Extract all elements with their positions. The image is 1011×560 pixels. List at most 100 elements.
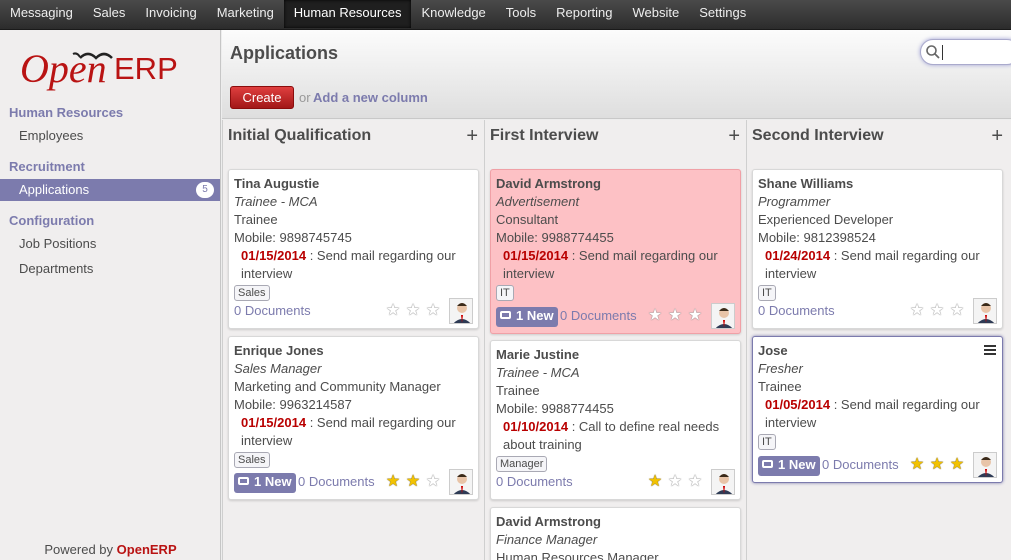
priority-stars: ★ ★ ★: [645, 307, 705, 325]
view-header: Applications Create or Add a new column: [222, 30, 1011, 119]
star-icon[interactable]: ★: [947, 456, 967, 474]
sidebar-item-job-positions[interactable]: Job Positions: [0, 233, 220, 255]
column-quick-add-icon[interactable]: +: [466, 126, 478, 146]
sidebar-item-applications[interactable]: Applications 5: [0, 179, 220, 201]
openerp-logo[interactable]: Open ERP: [20, 44, 210, 92]
sidebar-item-departments[interactable]: Departments: [0, 258, 220, 280]
card-menu-icon[interactable]: [984, 345, 996, 355]
applicant-source: Trainee - MCA: [234, 194, 318, 209]
applicant-job: Trainee: [234, 212, 278, 227]
menu-sales[interactable]: Sales: [83, 0, 136, 28]
menu-knowledge[interactable]: Knowledge: [411, 0, 495, 28]
applicant-card[interactable]: Enrique Jones Sales Manager Marketing an…: [228, 336, 479, 500]
applicant-name: Marie Justine: [496, 347, 580, 362]
next-activity: 01/24/2014 : Send mail regarding our int…: [758, 247, 997, 283]
star-icon[interactable]: ★: [685, 307, 705, 325]
menu-reporting[interactable]: Reporting: [546, 0, 622, 28]
applicant-card[interactable]: Jose Fresher Trainee 01/05/2014 : Send m…: [752, 336, 1003, 483]
powered-by-link[interactable]: OpenERP: [117, 542, 177, 557]
sidebar-section-recruitment: Recruitment: [9, 159, 85, 174]
applicant-card[interactable]: David Armstrong Advertisement Consultant…: [490, 169, 741, 334]
new-messages-badge[interactable]: 1 New: [496, 307, 558, 327]
applicant-source: Programmer: [758, 194, 831, 209]
star-icon[interactable]: ★: [685, 473, 705, 491]
applicant-mobile: Mobile: 9898745745: [234, 230, 352, 245]
user-avatar[interactable]: [449, 298, 473, 324]
new-messages-badge[interactable]: 1 New: [758, 456, 820, 476]
star-icon[interactable]: ★: [383, 302, 403, 320]
user-avatar[interactable]: [449, 469, 473, 495]
documents-link[interactable]: 0 Documents: [758, 302, 835, 320]
star-icon[interactable]: ★: [645, 307, 665, 325]
menu-human-resources[interactable]: Human Resources: [283, 0, 412, 28]
user-avatar[interactable]: [711, 303, 735, 329]
star-icon[interactable]: ★: [423, 302, 443, 320]
star-icon[interactable]: ★: [947, 302, 967, 320]
documents-link[interactable]: 0 Documents: [234, 302, 311, 320]
applicant-name: David Armstrong: [496, 514, 601, 529]
new-messages-badge[interactable]: 1 New: [234, 473, 296, 493]
applicant-card[interactable]: Shane Williams Programmer Experienced De…: [752, 169, 1003, 329]
menu-tools[interactable]: Tools: [496, 0, 546, 28]
star-icon[interactable]: ★: [383, 473, 403, 491]
applicant-job: Human Resources Manager: [496, 550, 659, 560]
star-icon[interactable]: ★: [423, 473, 443, 491]
search-icon: [926, 45, 940, 59]
star-icon[interactable]: ★: [645, 473, 665, 491]
applicant-job: Marketing and Community Manager: [234, 379, 441, 394]
menu-messaging[interactable]: Messaging: [0, 0, 83, 28]
star-icon[interactable]: ★: [665, 307, 685, 325]
column-quick-add-icon[interactable]: +: [728, 126, 740, 146]
applicant-card[interactable]: Tina Augustie Trainee - MCA Trainee Mobi…: [228, 169, 479, 329]
applicant-source: Trainee - MCA: [496, 365, 580, 380]
priority-stars: ★ ★ ★: [907, 456, 967, 474]
sidebar-section-hr: Human Resources: [9, 105, 124, 120]
column-quick-add-icon[interactable]: +: [991, 126, 1003, 146]
applicant-name: Tina Augustie: [234, 176, 320, 191]
star-icon[interactable]: ★: [927, 456, 947, 474]
next-activity: 01/15/2014 : Send mail regarding our int…: [234, 247, 473, 283]
menu-website[interactable]: Website: [623, 0, 690, 28]
menu-marketing[interactable]: Marketing: [207, 0, 284, 28]
applicant-job: Experienced Developer: [758, 212, 894, 227]
applicant-source: Fresher: [758, 361, 803, 376]
column-title: Second Interview: [752, 127, 884, 144]
user-avatar[interactable]: [973, 452, 997, 478]
star-icon[interactable]: ★: [403, 473, 423, 491]
user-avatar[interactable]: [973, 298, 997, 324]
star-icon[interactable]: ★: [927, 302, 947, 320]
star-icon[interactable]: ★: [665, 473, 685, 491]
documents-link[interactable]: 0 Documents: [496, 473, 573, 491]
documents-link[interactable]: 0 Documents: [822, 456, 899, 474]
top-menu: Messaging Sales Invoicing Marketing Huma…: [0, 0, 1011, 30]
sidebar-item-employees[interactable]: Employees: [0, 125, 220, 147]
sidebar: Open ERP Human Resources Employees Recru…: [0, 30, 221, 560]
menu-settings[interactable]: Settings: [689, 0, 756, 28]
star-icon[interactable]: ★: [907, 456, 927, 474]
applicant-card[interactable]: David Armstrong Finance Manager Human Re…: [490, 507, 741, 560]
star-icon[interactable]: ★: [907, 302, 927, 320]
tag-badge[interactable]: IT: [758, 434, 776, 450]
priority-stars: ★ ★ ★: [383, 302, 443, 320]
search-input[interactable]: [920, 39, 1011, 65]
documents-link[interactable]: 0 Documents: [560, 307, 637, 325]
user-avatar[interactable]: [711, 469, 735, 495]
applicant-job: Trainee: [496, 383, 540, 398]
add-column-link[interactable]: Add a new column: [313, 90, 428, 105]
star-icon[interactable]: ★: [403, 302, 423, 320]
menu-invoicing[interactable]: Invoicing: [135, 0, 206, 28]
documents-link[interactable]: 0 Documents: [298, 473, 375, 491]
sidebar-item-label: Applications: [19, 182, 90, 197]
create-button[interactable]: Create: [230, 86, 294, 109]
activity-date: 01/05/2014: [765, 397, 831, 412]
message-bubble-icon: [238, 477, 249, 485]
activity-date: 01/24/2014: [765, 248, 831, 263]
applicant-name: Jose: [758, 343, 788, 358]
activity-date: 01/15/2014: [241, 415, 307, 430]
applicant-source: Sales Manager: [234, 361, 322, 376]
column-title: First Interview: [490, 127, 599, 144]
next-activity: 01/15/2014 : Send mail regarding our int…: [496, 247, 735, 283]
tag-badge[interactable]: IT: [496, 285, 514, 301]
tag-badge[interactable]: Sales: [234, 452, 270, 468]
applicant-card[interactable]: Marie Justine Trainee - MCA Trainee Mobi…: [490, 340, 741, 500]
